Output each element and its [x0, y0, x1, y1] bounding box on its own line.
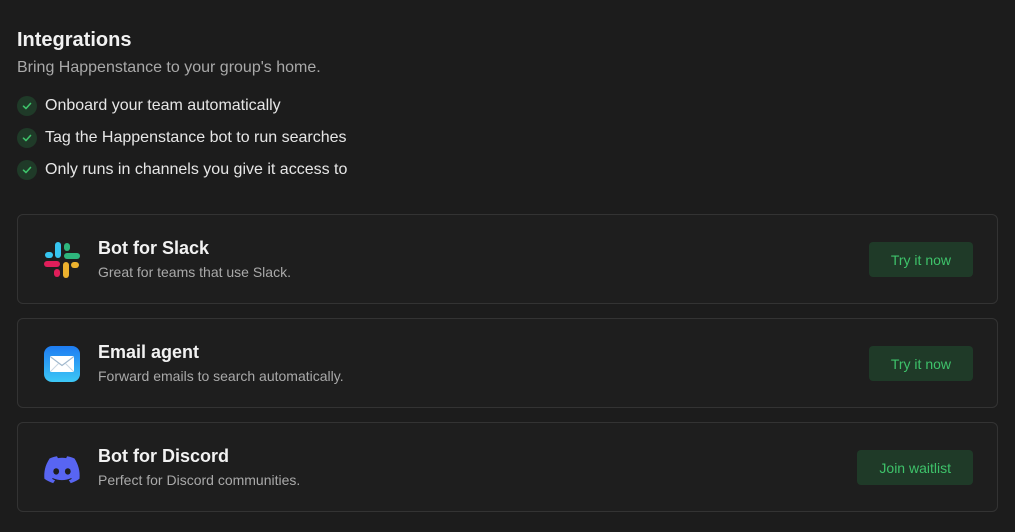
- discord-logo-icon: [42, 448, 82, 488]
- integration-card-slack: Bot for Slack Great for teams that use S…: [17, 214, 998, 304]
- feature-item: Tag the Happenstance bot to run searches: [17, 126, 347, 150]
- slack-logo-icon: [42, 240, 82, 280]
- card-text: Bot for Discord Perfect for Discord comm…: [98, 445, 300, 489]
- checkmark-icon: [17, 96, 37, 116]
- card-description: Perfect for Discord communities.: [98, 472, 301, 488]
- try-email-button[interactable]: Try it now: [868, 346, 973, 381]
- integration-card-email: Email agent Forward emails to search aut…: [17, 318, 998, 408]
- checkmark-icon: [17, 128, 37, 148]
- feature-text: Tag the Happenstance bot to run searches: [45, 129, 347, 146]
- card-title: Bot for Slack: [98, 238, 210, 258]
- card-text: Email agent Forward emails to search aut…: [98, 341, 344, 385]
- card-title: Email agent: [98, 342, 200, 362]
- page-subtitle: Bring Happenstance to your group's home.: [17, 59, 321, 76]
- feature-text: Only runs in channels you give it access…: [45, 161, 348, 178]
- card-title: Bot for Discord: [98, 446, 230, 466]
- feature-text: Onboard your team automatically: [45, 97, 281, 114]
- integrations-page: Integrations Bring Happenstance to your …: [0, 0, 1015, 532]
- feature-list: Onboard your team automatically Tag the …: [17, 94, 347, 190]
- feature-item: Only runs in channels you give it access…: [17, 158, 347, 182]
- header: Integrations Bring Happenstance to your …: [17, 28, 321, 78]
- checkmark-icon: [17, 160, 37, 180]
- page-title: Integrations: [17, 29, 132, 51]
- feature-item: Onboard your team automatically: [17, 94, 347, 118]
- card-description: Forward emails to search automatically.: [98, 368, 344, 384]
- card-text: Bot for Slack Great for teams that use S…: [98, 237, 291, 281]
- integration-card-discord: Bot for Discord Perfect for Discord comm…: [17, 422, 998, 512]
- join-waitlist-button[interactable]: Join waitlist: [857, 450, 973, 485]
- mail-icon: [42, 344, 82, 384]
- try-slack-button[interactable]: Try it now: [868, 242, 973, 277]
- card-description: Great for teams that use Slack.: [98, 264, 291, 280]
